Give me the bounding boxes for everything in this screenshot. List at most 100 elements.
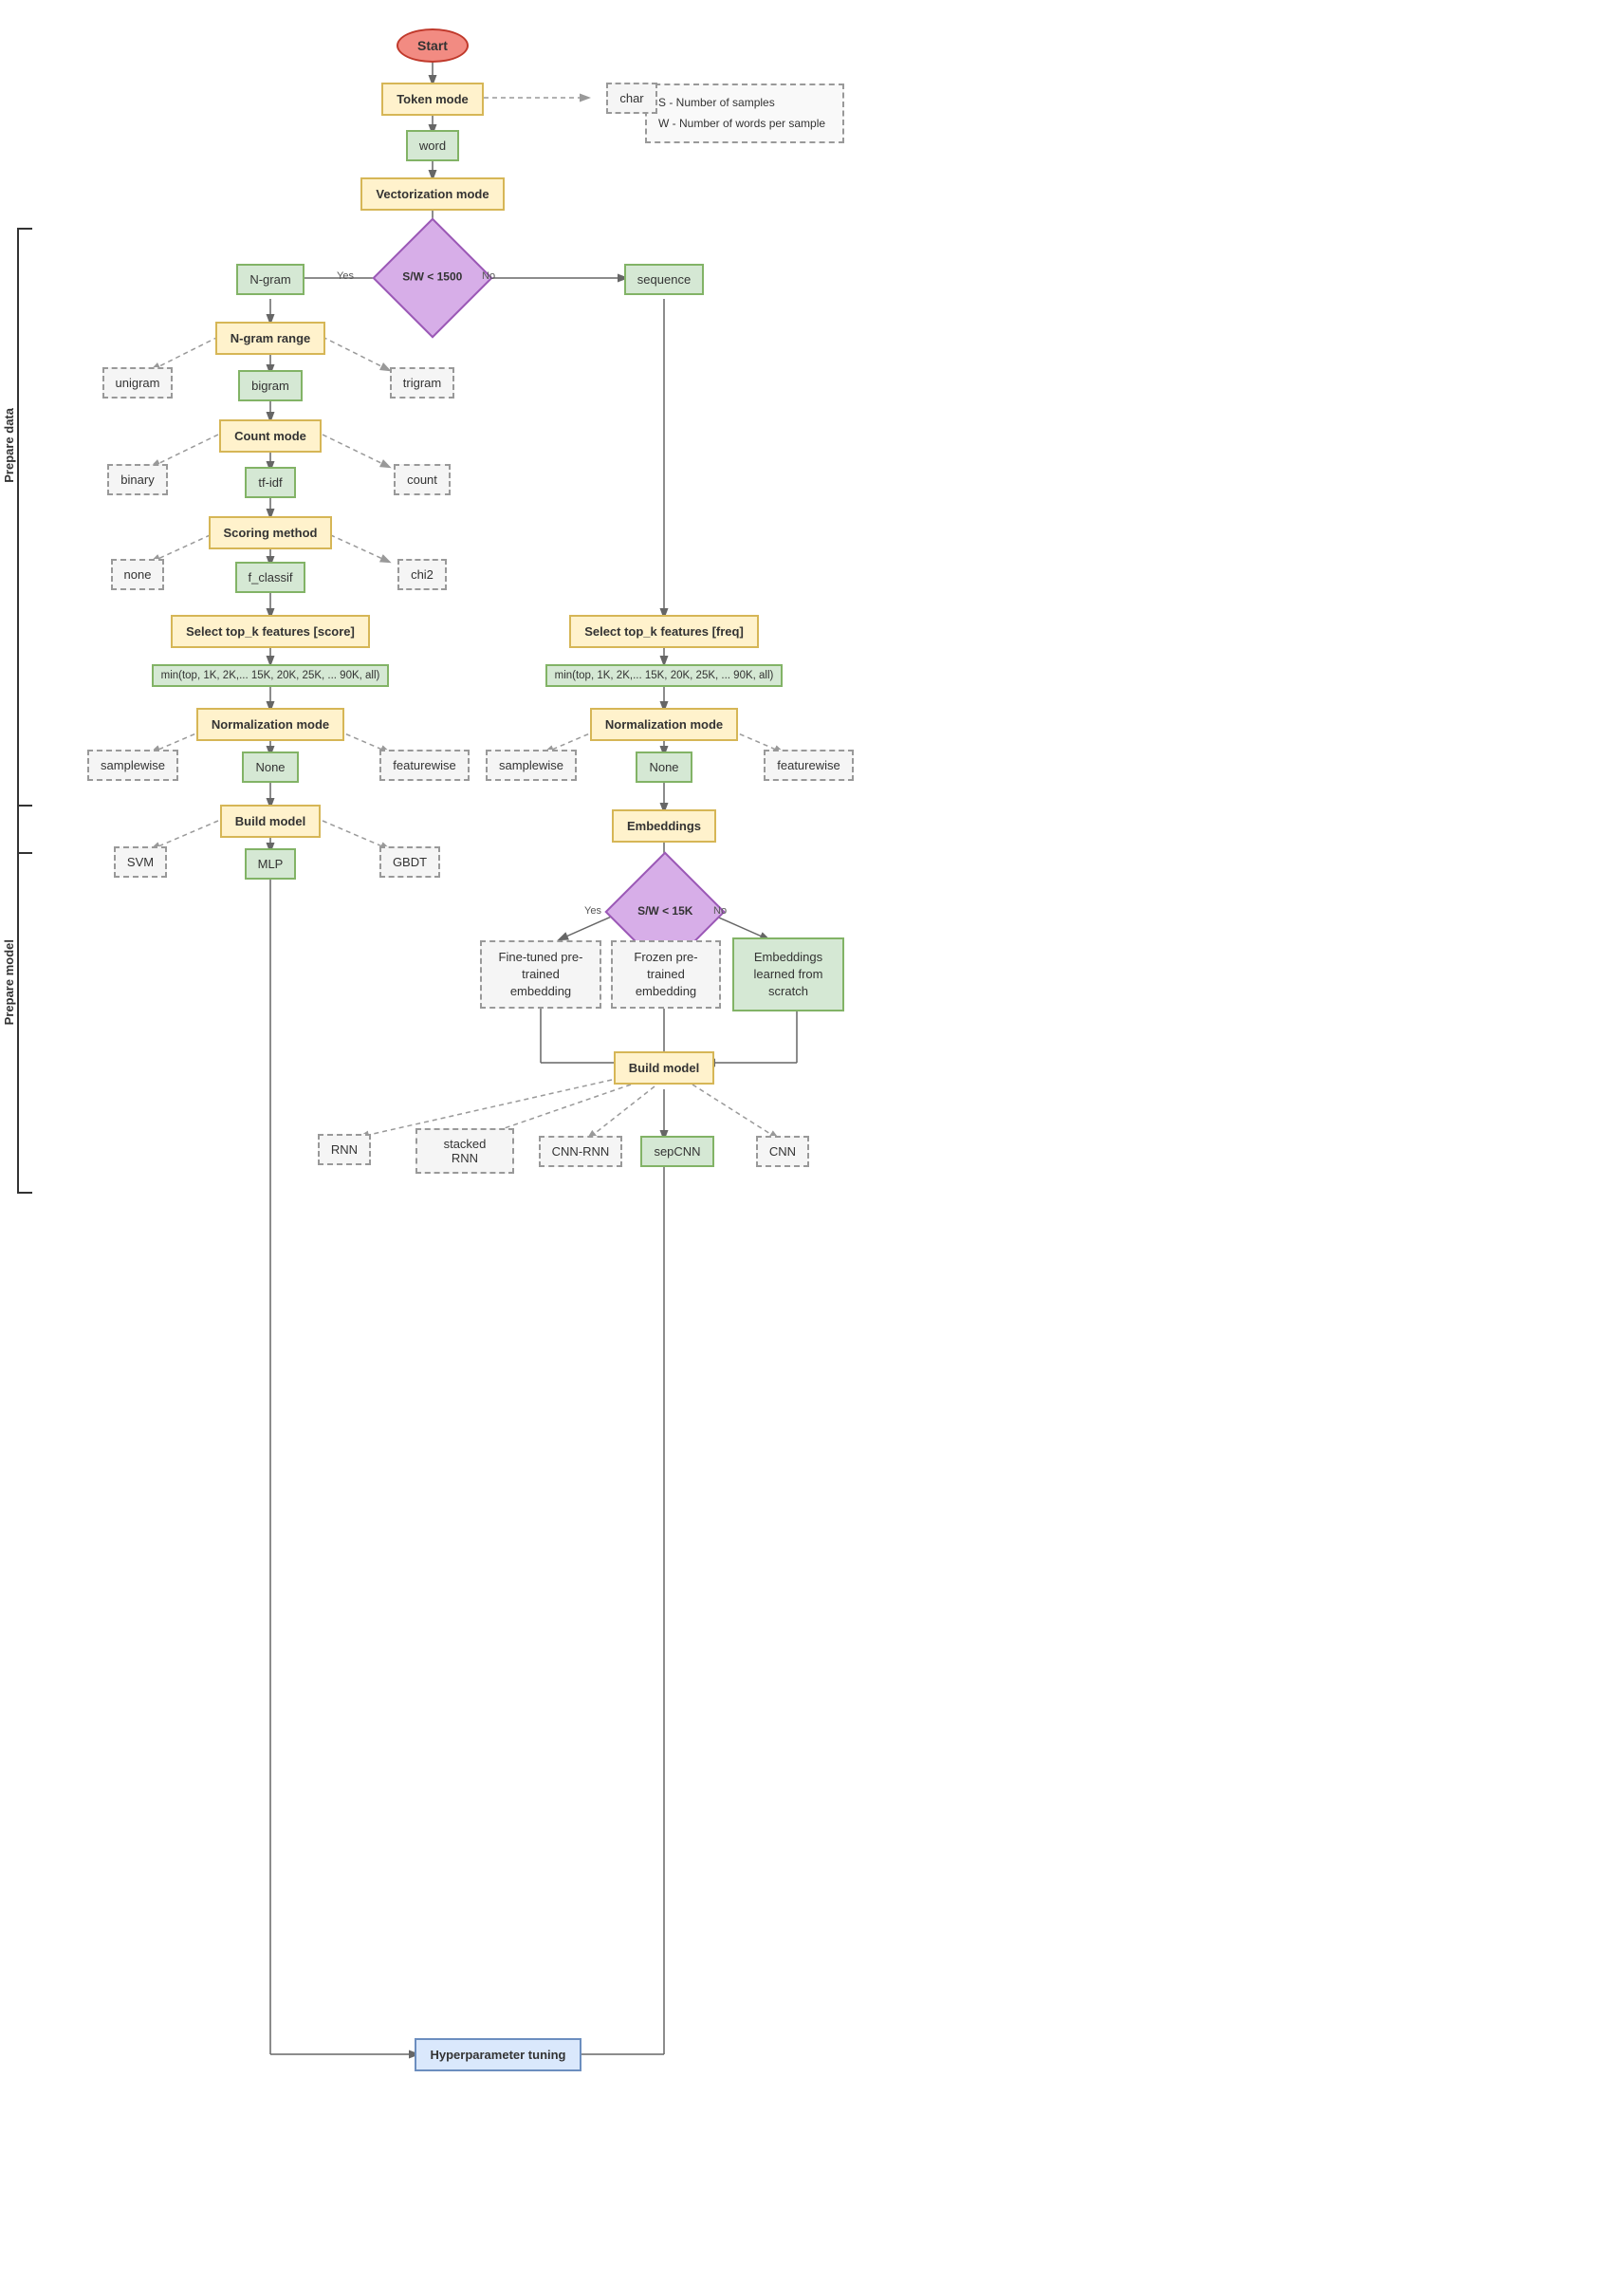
rnn-node: RNN: [302, 1137, 387, 1161]
yes-label-1: Yes: [337, 270, 354, 282]
cnn-label: CNN: [756, 1136, 809, 1167]
count-mode-node: Count mode: [207, 420, 334, 451]
none-label: none: [111, 559, 165, 590]
unigram-label: unigram: [102, 367, 174, 399]
svm-node: SVM: [102, 849, 178, 874]
samplewise-right-node: samplewise: [484, 752, 579, 777]
sequence-label: sequence: [624, 264, 704, 295]
sepcnn-node: sepCNN: [632, 1139, 723, 1163]
start-label: Start: [397, 28, 469, 63]
samplewise-left-node: samplewise: [85, 752, 180, 777]
none-node: none: [95, 562, 180, 586]
prepare-data-label: Prepare data: [2, 408, 16, 483]
none-left-node: None: [223, 754, 318, 779]
bigram-node: bigram: [223, 373, 318, 398]
featurewise-right-label: featurewise: [764, 750, 853, 781]
norm-mode-right-node: Normalization mode: [584, 710, 744, 738]
scoring-method-node: Scoring method: [199, 517, 341, 547]
none-right-label: None: [636, 751, 692, 783]
select-topk-freq-node: Select top_k features [freq]: [556, 617, 772, 645]
sepcnn-label: sepCNN: [640, 1136, 713, 1167]
hyperparameter-tuning-label: Hyperparameter tuning: [415, 2038, 581, 2071]
topk-values-freq-node: min(top, 1K, 2K,... 15K, 20K, 25K, ... 9…: [476, 664, 852, 687]
ngram-range-node: N-gram range: [207, 323, 334, 353]
norm-mode-left-label: Normalization mode: [196, 708, 344, 741]
fine-tuned-node: Fine-tuned pre-trained embedding: [480, 937, 601, 1011]
unigram-node: unigram: [95, 370, 180, 395]
featurewise-left-node: featurewise: [375, 752, 474, 777]
select-topk-freq-label: Select top_k features [freq]: [569, 615, 759, 648]
sequence-node: sequence: [617, 266, 711, 292]
learned-scratch-label: Embeddings learned from scratch: [732, 937, 844, 1012]
char-label: char: [606, 83, 656, 114]
mlp-node: MLP: [228, 851, 313, 876]
none-left-label: None: [242, 751, 298, 783]
char-node: char: [586, 85, 677, 110]
frozen-node: Frozen pre-trained embedding: [611, 937, 721, 1011]
count-node: count: [379, 467, 465, 492]
start-node: Start: [379, 28, 486, 63]
chi2-node: chi2: [379, 562, 465, 586]
vectorization-mode-label: Vectorization mode: [360, 177, 504, 211]
yes-label-2: Yes: [584, 905, 601, 917]
tfidf-node: tf-idf: [223, 470, 318, 494]
samplewise-left-label: samplewise: [87, 750, 178, 781]
gbdt-node: GBDT: [372, 849, 448, 874]
cnn-rnn-label: CNN-RNN: [539, 1136, 623, 1167]
sw-diamond-node: S/W < 1500: [390, 235, 475, 321]
none-right-node: None: [617, 754, 711, 779]
select-topk-score-node: Select top_k features [score]: [163, 617, 378, 645]
trigram-label: trigram: [390, 367, 454, 399]
trigram-node: trigram: [379, 370, 465, 395]
hyperparameter-tuning-node: Hyperparameter tuning: [398, 2038, 598, 2070]
prepare-model-brace: [17, 805, 32, 1194]
featurewise-right-node: featurewise: [759, 752, 858, 777]
f-classif-label: f_classif: [235, 562, 306, 593]
sw-diamond2-label: S/W < 15K: [637, 904, 692, 919]
fine-tuned-label: Fine-tuned pre-trained embedding: [480, 940, 601, 1010]
svm-label: SVM: [114, 846, 167, 878]
ngram-range-label: N-gram range: [215, 322, 326, 355]
select-topk-score-label: Select top_k features [score]: [171, 615, 370, 648]
bigram-label: bigram: [238, 370, 303, 401]
prepare-data-brace: [17, 228, 32, 854]
gbdt-label: GBDT: [379, 846, 440, 878]
legend-line2: W - Number of words per sample: [658, 114, 831, 135]
chi2-label: chi2: [397, 559, 447, 590]
learned-scratch-node: Embeddings learned from scratch: [732, 937, 844, 1011]
build-model-right-label: Build model: [614, 1051, 714, 1085]
topk-values-freq-label: min(top, 1K, 2K,... 15K, 20K, 25K, ... 9…: [545, 664, 784, 687]
ngram-node: N-gram: [222, 266, 319, 292]
f-classif-node: f_classif: [223, 565, 318, 589]
cnn-node: CNN: [740, 1139, 825, 1163]
build-model-left-label: Build model: [220, 805, 321, 838]
cnn-rnn-node: CNN-RNN: [535, 1139, 626, 1163]
no-label-1: No: [482, 270, 495, 282]
tfidf-label: tf-idf: [245, 467, 295, 498]
scoring-method-label: Scoring method: [209, 516, 333, 549]
topk-values-score-node: min(top, 1K, 2K,... 15K, 20K, 25K, ... 9…: [65, 664, 476, 687]
diagram-container: S - Number of samples W - Number of word…: [0, 0, 865, 2182]
norm-mode-right-label: Normalization mode: [590, 708, 738, 741]
featurewise-left-label: featurewise: [379, 750, 469, 781]
rnn-label: RNN: [318, 1134, 371, 1165]
stacked-rnn-label: stacked RNN: [415, 1128, 514, 1174]
ngram-label: N-gram: [236, 264, 304, 295]
binary-node: binary: [95, 467, 180, 492]
count-label: count: [394, 464, 451, 495]
token-mode-node: Token mode: [370, 83, 495, 114]
topk-values-score-label: min(top, 1K, 2K,... 15K, 20K, 25K, ... 9…: [152, 664, 390, 687]
stacked-rnn-node: stacked RNN: [415, 1139, 514, 1163]
embeddings-label: Embeddings: [612, 809, 716, 843]
build-model-right-node: Build model: [607, 1053, 721, 1082]
no-label-2: No: [713, 905, 727, 917]
legend-line1: S - Number of samples: [658, 93, 831, 114]
samplewise-right-label: samplewise: [486, 750, 577, 781]
vectorization-mode-node: Vectorization mode: [349, 178, 516, 209]
embeddings-node: Embeddings: [605, 811, 723, 840]
frozen-label: Frozen pre-trained embedding: [611, 940, 721, 1010]
token-mode-label: Token mode: [381, 83, 484, 116]
word-node: word: [387, 133, 478, 158]
count-mode-label: Count mode: [219, 419, 322, 453]
mlp-label: MLP: [245, 848, 297, 880]
